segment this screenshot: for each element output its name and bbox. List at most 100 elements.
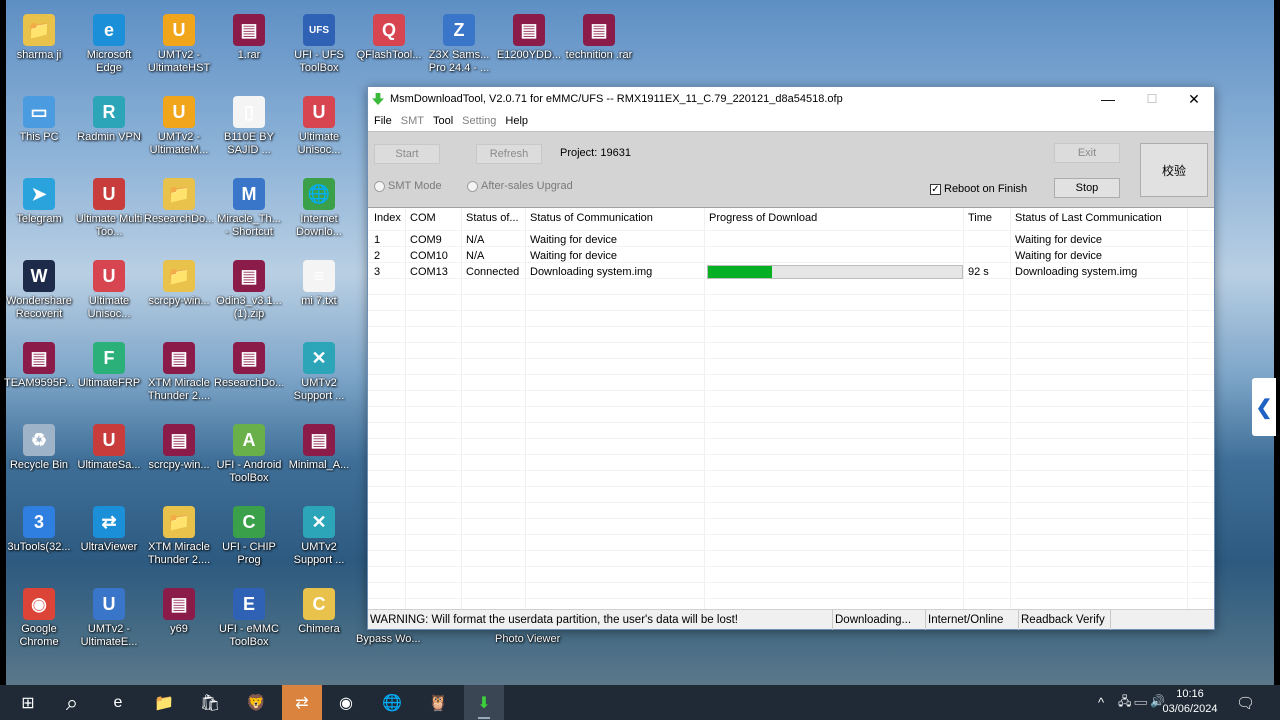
stop-button[interactable]: Stop <box>1054 178 1120 198</box>
owl-app-icon[interactable]: 🦉 <box>418 685 458 720</box>
desktop-icon[interactable]: ✕ UMTv2 Support ... <box>284 342 354 403</box>
desktop-icon-label: QFlashTool... <box>356 49 422 61</box>
column-header[interactable]: Index <box>374 212 401 224</box>
brave-icon[interactable]: 🦁 <box>236 685 276 720</box>
desktop-icon[interactable]: ▤ TEAM9595P... <box>4 342 74 390</box>
desktop-icon[interactable]: U UltimateSa... <box>74 424 144 472</box>
desktop-icon[interactable]: 📁 scrcpy-win... <box>144 260 214 308</box>
start-button[interactable]: Start <box>374 144 440 164</box>
tray-status-icons[interactable]: 🖧 ▭ 🔊 <box>1118 685 1165 720</box>
notification-icon[interactable]: 🗨 <box>1236 685 1255 720</box>
desktop-icon[interactable]: F UltimateFRP <box>74 342 144 390</box>
column-header[interactable]: Status of... <box>466 212 519 224</box>
menu-tool[interactable]: Tool <box>431 115 460 127</box>
desktop-icon[interactable]: ▯ B110E BY SAJID ... <box>214 96 284 157</box>
menu-smt[interactable]: SMT <box>399 115 431 127</box>
after-sales-radio[interactable]: After-sales Upgrad <box>467 180 573 192</box>
desktop-icon[interactable]: ▤ Odin3_v3.1... (1).zip <box>214 260 284 321</box>
desktop-icon[interactable]: 🌐 Internet Downlo... <box>284 178 354 239</box>
desktop-icon[interactable]: ➤ Telegram <box>4 178 74 226</box>
table-row[interactable]: 3 COM13 Connected Downloading system.img 92 … <box>368 264 1214 280</box>
desktop-icon[interactable]: ▤ XTM Miracle Thunder 2.... <box>144 342 214 403</box>
desktop-icon[interactable]: Z Z3X Sams... Pro 24.4 - ... <box>424 14 494 75</box>
desktop-icon[interactable]: ⇄ UltraViewer <box>74 506 144 554</box>
desktop-icon[interactable]: ≡ mi 7.txt <box>284 260 354 308</box>
app-shortcut-icon: U <box>93 424 125 456</box>
maximize-button[interactable]: ☐ <box>1130 87 1174 111</box>
desktop-icon[interactable]: M Miracle_Th... - Shortcut <box>214 178 284 239</box>
desktop-icon[interactable]: ▤ ResearchDo... <box>214 342 284 390</box>
app-shortcut-icon: ▤ <box>233 260 265 292</box>
desktop-icon[interactable]: C Chimera <box>284 588 354 636</box>
desktop-icon[interactable]: A UFI - Android ToolBox <box>214 424 284 485</box>
column-header[interactable]: COM <box>410 212 436 224</box>
desktop-icon[interactable]: UFS UFI - UFS ToolBox <box>284 14 354 75</box>
title-bar[interactable]: MsmDownloadTool, V2.0.71 for eMMC/UFS --… <box>368 87 1214 111</box>
column-header[interactable]: Status of Communication <box>530 212 653 224</box>
desktop-icon-label[interactable]: Photo Viewer <box>495 633 585 646</box>
reboot-on-finish-checkbox[interactable]: ✓ Reboot on Finish <box>930 183 1027 195</box>
chrome-icon[interactable]: ◉ <box>326 685 366 720</box>
side-panel-tab[interactable]: ❮ <box>1252 378 1276 436</box>
edge-icon[interactable]: e <box>98 685 138 720</box>
desktop-icon[interactable]: R Radmin VPN <box>74 96 144 144</box>
grid-row-line <box>368 582 1214 583</box>
desktop-icon[interactable]: 📁 ResearchDo... <box>144 178 214 226</box>
desktop-icon[interactable]: U Ultimate Multi Too... <box>74 178 144 239</box>
desktop-icon[interactable]: E UFI - eMMC ToolBox <box>214 588 284 649</box>
desktop-icon[interactable]: ▤ Minimal_A... <box>284 424 354 472</box>
desktop-icon-label: Ultimate Multi Too... <box>75 213 143 238</box>
start-button[interactable]: ⊞ <box>8 685 48 720</box>
desktop-icon-label: B110E BY SAJID ... <box>224 131 274 156</box>
desktop-icon-label[interactable]: Bypass Wo... <box>356 633 446 646</box>
close-button[interactable]: ✕ <box>1172 87 1216 111</box>
menu-file[interactable]: File <box>372 115 399 127</box>
desktop-icon[interactable]: C UFI - CHIP Prog <box>214 506 284 567</box>
search-icon[interactable]: ⌕ <box>52 685 92 720</box>
desktop-icon[interactable]: U UMTv2 - UltimateM... <box>144 96 214 157</box>
menu-setting[interactable]: Setting <box>460 115 503 127</box>
refresh-button[interactable]: Refresh <box>476 144 542 164</box>
column-header[interactable]: Progress of Download <box>709 212 817 224</box>
desktop-icon[interactable]: ▤ E1200YDD... <box>494 14 564 62</box>
desktop-icon[interactable]: U UMTv2 - UltimateE... <box>74 588 144 649</box>
desktop-icon[interactable]: ◉ Google Chrome <box>4 588 74 649</box>
desktop-icon[interactable]: ▤ y69 <box>144 588 214 636</box>
column-header[interactable]: Status of Last Communication <box>1015 212 1162 224</box>
desktop-icon[interactable]: W Wondershare Recoverit <box>4 260 74 321</box>
desktop-icon[interactable]: ♻ Recycle Bin <box>4 424 74 472</box>
smt-mode-radio[interactable]: SMT Mode <box>374 180 442 192</box>
desktop-icon[interactable]: U Ultimate Unisoc... <box>284 96 354 157</box>
desktop-icon[interactable]: Q QFlashTool... <box>354 14 424 62</box>
desktop-icon[interactable]: 3 3uTools(32... <box>4 506 74 554</box>
exit-button[interactable]: Exit <box>1054 143 1120 163</box>
app-shortcut-icon: e <box>93 14 125 46</box>
table-row[interactable]: 2 COM10 N/A Waiting for device Waiting for d… <box>368 248 1214 264</box>
store-icon[interactable]: 🛍 <box>190 685 230 720</box>
desktop-icon[interactable]: U Ultimate Unisoc... <box>74 260 144 321</box>
desktop-icon[interactable]: 📁 XTM Miracle Thunder 2.... <box>144 506 214 567</box>
desktop-icon[interactable]: U UMTv2 - UltimateHST <box>144 14 214 75</box>
desktop-icon[interactable]: ▭ This PC <box>4 96 74 144</box>
minimize-button[interactable]: — <box>1086 87 1130 111</box>
desktop-icon[interactable]: e Microsoft Edge <box>74 14 144 75</box>
table-row[interactable]: 1 COM9 N/A Waiting for device Waiting for de… <box>368 232 1214 248</box>
desktop-icon-label: Internet Downlo... <box>296 213 342 238</box>
desktop-icon[interactable]: ▤ scrcpy-win... <box>144 424 214 472</box>
desktop-icon[interactable]: ✕ UMTv2 Support ... <box>284 506 354 567</box>
desktop-icon[interactable]: ▤ 1.rar <box>214 14 284 62</box>
menu-help[interactable]: Help <box>503 115 535 127</box>
msm-download-icon[interactable]: ⬇ <box>464 685 504 720</box>
app-shortcut-icon: U <box>93 260 125 292</box>
ultraviewer-icon[interactable]: ⇄ <box>282 685 322 720</box>
clock[interactable]: 10:16 03/06/2024 <box>1160 687 1220 717</box>
column-header[interactable]: Time <box>968 212 992 224</box>
table-cell-comm: Waiting for device <box>530 234 618 246</box>
idm-icon[interactable]: 🌐 <box>372 685 412 720</box>
checkmark-icon: ✓ <box>930 183 941 195</box>
tray-chevron-icon[interactable]: ^ <box>1098 685 1104 720</box>
file-explorer-icon[interactable]: 📁 <box>144 685 184 720</box>
desktop-icon[interactable]: 📁 sharma ji <box>4 14 74 62</box>
verify-button[interactable]: 校验 <box>1140 143 1208 197</box>
desktop-icon[interactable]: ▤ technition .rar <box>564 14 634 62</box>
